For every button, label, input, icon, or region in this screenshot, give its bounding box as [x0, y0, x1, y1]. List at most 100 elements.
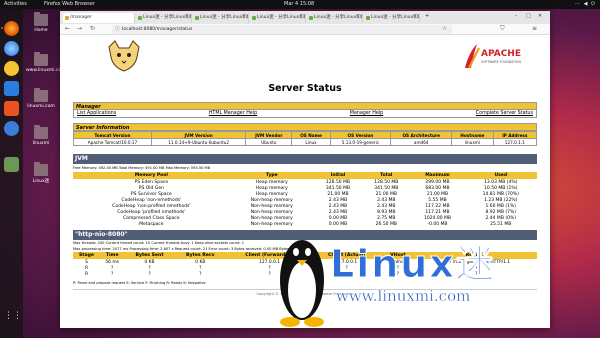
- page-title: Server Status: [268, 83, 342, 94]
- table-header: JVM Vendor: [245, 131, 293, 139]
- table-cell: Non-heap memory: [250, 221, 293, 227]
- table-cell: Metaspace: [139, 221, 164, 227]
- apache-logo-icon[interactable]: APACHE SOFTWARE FOUNDATION: [459, 42, 529, 70]
- desktop-home-folder[interactable]: Home: [26, 12, 56, 33]
- show-apps-icon[interactable]: ⋮⋮: [4, 309, 22, 324]
- desktop-item-label: Linux迷: [32, 179, 50, 184]
- app-menu[interactable]: Firefox Web Browser: [44, 0, 95, 9]
- tab-linuxmi[interactable]: Linux迷 - 分享Linux和编: [193, 13, 249, 23]
- table-cell: 127.0.1.1: [492, 138, 538, 146]
- software-icon[interactable]: [4, 101, 19, 116]
- system-tray-icons[interactable]: ⋯ ◀ ⏻: [575, 0, 596, 9]
- desktop-item-label: www.linuxmi.com: [26, 68, 66, 73]
- writer-icon[interactable]: [4, 81, 19, 96]
- activities-button[interactable]: Activities: [4, 0, 27, 9]
- table-cell: Linux: [291, 138, 331, 146]
- page-info-icon[interactable]: ⓘ: [115, 25, 120, 34]
- tab-manager[interactable]: /manager: [63, 13, 135, 23]
- server-info-heading: Server Information: [73, 123, 537, 131]
- table-cell: Apache Tomcat/10.0.17: [73, 138, 152, 146]
- manager-heading: Manager: [73, 102, 537, 110]
- tab-linuxmi[interactable]: Linux迷 - 分享Linux和编: [364, 13, 420, 23]
- svg-text:SOFTWARE FOUNDATION: SOFTWARE FOUNDATION: [481, 60, 521, 64]
- table-header: Total: [362, 172, 411, 179]
- trash-icon[interactable]: [4, 157, 19, 172]
- table-cell: 0.00 MB: [328, 221, 348, 227]
- table-cell: ?: [148, 271, 151, 277]
- table-header: Hostname: [451, 131, 494, 139]
- folder-icon: [34, 162, 48, 176]
- rhythmbox-icon[interactable]: [4, 61, 19, 76]
- firefox-icon[interactable]: [4, 21, 19, 36]
- maximize-icon[interactable]: □: [526, 13, 531, 19]
- jvm-memory-summary: Free Memory: 492.45 MB Total Memory: 491…: [73, 166, 211, 170]
- desktop-folder[interactable]: linuxmi: [26, 125, 56, 146]
- navigation-bar: ← → ↻ ⓘ localhost:8080/manager/status ☆ …: [60, 24, 550, 35]
- running-indicator: [1, 27, 3, 29]
- tab-strip: /manager Linux迷 - 分享Linux和编 Linux迷 - 分享L…: [60, 11, 550, 24]
- complete-server-status-link[interactable]: Complete Server Status: [476, 110, 533, 117]
- dock: ⋮⋮: [0, 9, 23, 338]
- help-icon[interactable]: [4, 121, 19, 136]
- desktop-folder[interactable]: www.linuxmi.com: [26, 52, 66, 73]
- list-applications-link[interactable]: List Applications: [77, 110, 116, 117]
- folder-icon: [34, 125, 48, 139]
- server-info-table: Tomcat Version JVM Version JVM Vendor OS…: [73, 131, 538, 146]
- table-header: Bytes Recv: [174, 252, 226, 259]
- url-text: localhost:8080/manager/status: [122, 27, 193, 32]
- top-bar: Activities Firefox Web Browser Mar 4 15:…: [0, 0, 600, 9]
- html-manager-help-link[interactable]: HTML Manager Help: [209, 110, 257, 117]
- table-header: Used: [464, 172, 537, 179]
- desktop-folder[interactable]: linuxmi.com: [26, 88, 56, 109]
- desktop-item-label: Home: [34, 28, 48, 33]
- manager-links: List Applications HTML Manager Help Mana…: [73, 110, 537, 118]
- table-cell: Ubuntu: [245, 138, 293, 146]
- table-cell: 26.50 MB: [375, 221, 397, 227]
- thunderbird-icon[interactable]: [4, 41, 19, 56]
- table-cell: 11.0.14+9-Ubuntu-0ubuntu2: [150, 138, 247, 146]
- table-header: Type: [229, 172, 314, 179]
- close-icon[interactable]: ✕: [538, 13, 542, 19]
- table-header: Initial: [313, 172, 363, 179]
- shield-icon[interactable]: ⛉: [500, 25, 505, 33]
- table-cell: 25.51 MB: [490, 221, 512, 227]
- folder-icon: [34, 88, 48, 102]
- tab-linuxmi[interactable]: Linux迷 - 分享Linux和编: [307, 13, 363, 23]
- table-header: IP Address: [492, 131, 538, 139]
- tomcat-logo-icon[interactable]: [105, 39, 143, 73]
- clock[interactable]: Mar 4 15:08: [284, 0, 314, 9]
- new-tab-icon[interactable]: +: [425, 13, 429, 19]
- url-bar[interactable]: ⓘ localhost:8080/manager/status: [112, 25, 452, 34]
- bookmark-star-icon[interactable]: ☆: [442, 25, 447, 32]
- folder-icon: [34, 12, 48, 26]
- table-header: Time: [99, 252, 125, 259]
- minimize-icon[interactable]: –: [515, 13, 518, 19]
- forward-icon[interactable]: →: [77, 25, 82, 32]
- reload-icon[interactable]: ↻: [90, 25, 95, 32]
- manager-help-link[interactable]: Manager Help: [350, 110, 384, 117]
- jvm-heading: JVM: [73, 154, 537, 164]
- table-header: Tomcat Version: [73, 131, 152, 139]
- table-header: JVM Version: [150, 131, 247, 139]
- menu-icon[interactable]: ≡: [532, 25, 537, 32]
- back-icon[interactable]: ←: [65, 25, 70, 32]
- table-row: Apache Tomcat/10.0.17 11.0.14+9-Ubuntu-0…: [73, 138, 538, 146]
- header-logos: APACHE SOFTWARE FOUNDATION: [73, 35, 537, 77]
- table-cell: ?: [199, 271, 202, 277]
- table-cell: R: [84, 271, 89, 277]
- table-header: OS Name: [291, 131, 331, 139]
- table-header: Memory Pool: [73, 172, 230, 179]
- tab-linuxmi[interactable]: Linux迷 - 分享Linux和编: [136, 13, 192, 23]
- folder-icon: [34, 52, 48, 66]
- tab-linuxmi[interactable]: Linux迷 - 分享Linux和编: [250, 13, 306, 23]
- table-cell: -0.00 MB: [427, 221, 448, 227]
- svg-text:APACHE: APACHE: [481, 49, 521, 59]
- table-cell: ?: [110, 271, 114, 277]
- desktop-item-label: linuxmi: [32, 141, 50, 146]
- desktop-item-label: linuxmi.com: [27, 104, 55, 109]
- table-cell: 5.13.0-19-generic: [329, 138, 392, 146]
- watermark-url: www.linuxmi.com: [336, 287, 471, 305]
- desktop-folder[interactable]: Linux迷: [26, 162, 56, 184]
- table-header: OS Version: [329, 131, 392, 139]
- memory-pool-table: Memory Pool Type Initial Total Maximum U…: [73, 172, 537, 227]
